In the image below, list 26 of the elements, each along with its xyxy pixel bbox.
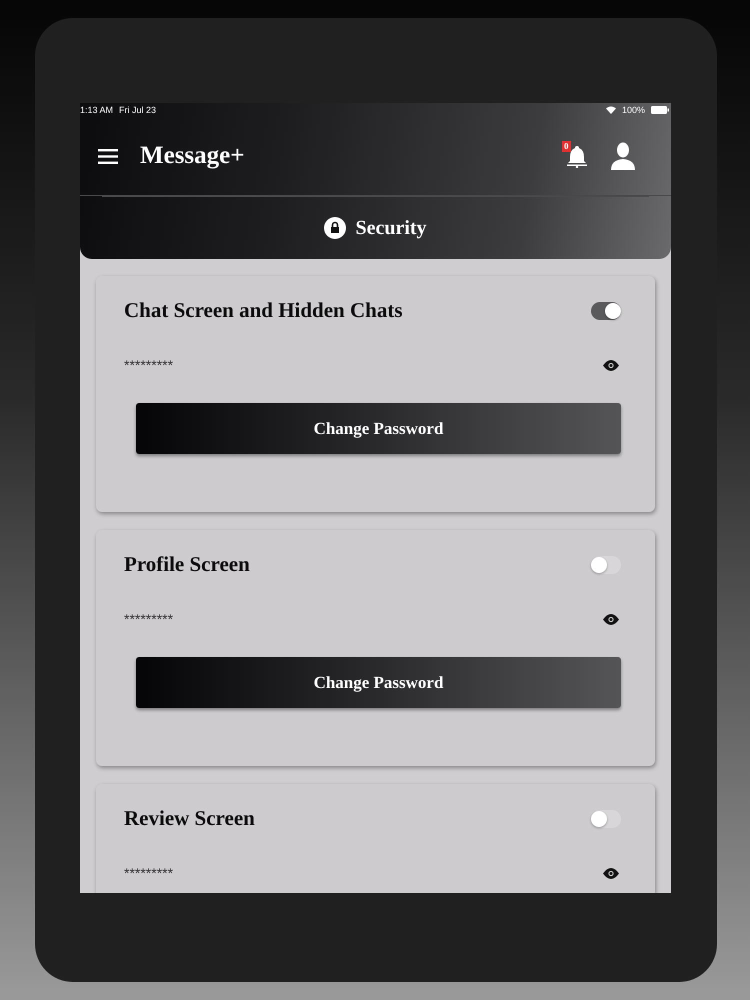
lock-icon bbox=[324, 217, 346, 239]
user-icon[interactable] bbox=[611, 142, 635, 170]
app-title: Message+ bbox=[140, 142, 244, 170]
wifi-icon bbox=[606, 106, 616, 114]
bell-icon[interactable] bbox=[567, 144, 587, 168]
battery-percentage: 100% bbox=[622, 105, 645, 115]
password-value: ********* bbox=[124, 357, 174, 373]
change-password-button[interactable]: Change Password bbox=[136, 657, 621, 708]
password-value: ********* bbox=[124, 865, 174, 881]
toggle-switch[interactable] bbox=[591, 556, 621, 574]
toggle-switch[interactable] bbox=[591, 810, 621, 828]
menu-icon[interactable] bbox=[98, 148, 118, 164]
status-time: 1:13 AM bbox=[80, 105, 114, 115]
password-value: ********* bbox=[124, 611, 174, 627]
notification-badge: 0 bbox=[562, 141, 570, 152]
toggle-switch[interactable] bbox=[591, 302, 621, 320]
card-title: Chat Screen and Hidden Chats bbox=[124, 298, 402, 323]
battery-icon bbox=[651, 106, 669, 114]
card-title: Profile Screen bbox=[124, 552, 250, 577]
status-date: Fri Jul 23 bbox=[119, 105, 156, 115]
eye-icon[interactable] bbox=[603, 614, 619, 624]
eye-icon[interactable] bbox=[603, 360, 619, 370]
card-title: Review Screen bbox=[124, 806, 255, 831]
eye-icon[interactable] bbox=[603, 868, 619, 878]
change-password-button[interactable]: Change Password bbox=[136, 403, 621, 454]
section-title: Security bbox=[355, 216, 427, 240]
